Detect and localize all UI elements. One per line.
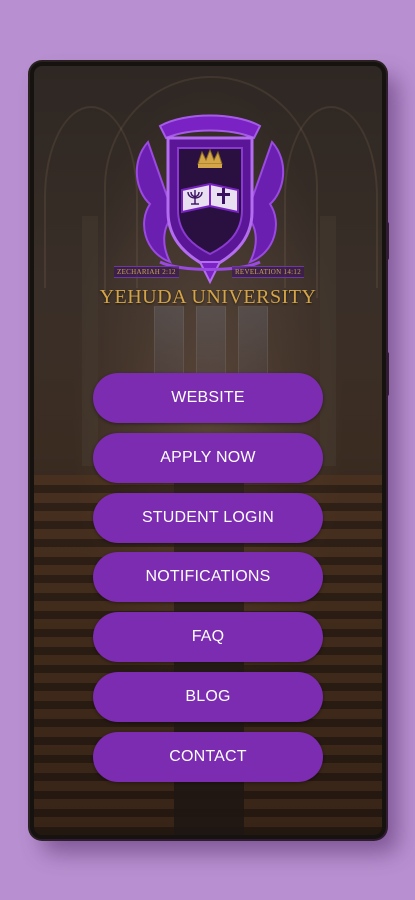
student-login-button[interactable]: STUDENT LOGIN [93, 492, 323, 543]
motto-left: ZECHARIAH 2:12 [114, 266, 179, 278]
crest-motto: ZECHARIAH 2:12 REVELATION 14:12 [114, 266, 304, 278]
website-button[interactable]: WEBSITE [93, 373, 323, 423]
apply-now-button[interactable]: APPLY NOW [93, 432, 323, 483]
phone-frame: ZECHARIAH 2:12 REVELATION 14:12 YEHUDA U… [30, 62, 386, 839]
main-menu: WEBSITE APPLY NOW STUDENT LOGIN NOTIFICA… [93, 373, 323, 792]
university-title: YEHUDA UNIVERSITY [99, 286, 317, 308]
faq-button[interactable]: FAQ [93, 612, 323, 663]
crown-icon [197, 148, 223, 168]
notifications-button[interactable]: NOTIFICATIONS [93, 552, 323, 603]
blog-button[interactable]: BLOG [93, 671, 323, 722]
crest-shield-icon [135, 114, 285, 285]
stained-glass-window [154, 306, 184, 378]
motto-right: REVELATION 14:12 [231, 266, 304, 278]
contact-button[interactable]: CONTACT [93, 731, 323, 782]
app-screen: ZECHARIAH 2:12 REVELATION 14:12 YEHUDA U… [34, 66, 382, 835]
stained-glass-window [196, 306, 226, 378]
stained-glass-window [238, 306, 268, 378]
